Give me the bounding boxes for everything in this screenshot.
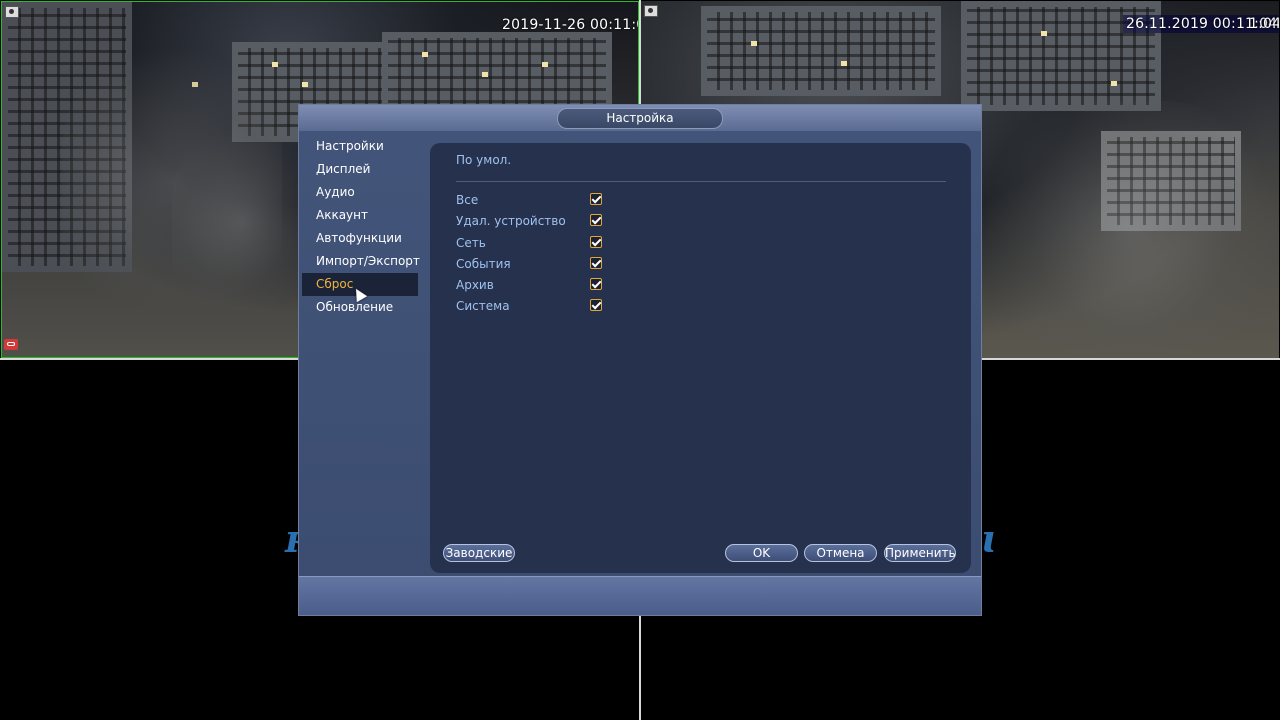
option-label: Сеть [456,235,486,250]
dialog-header: Настройка [299,105,981,131]
building [701,6,941,96]
reset-options-list: Все Удал. устройство Сеть События Архив … [456,189,656,317]
sidebar-item-settings[interactable]: Настройки [302,135,418,158]
dialog-footer [299,576,981,615]
background-logo-fragment: ɩ [981,516,996,561]
camera-icon [5,6,19,18]
option-row-system: Система [456,295,656,316]
sidebar-item-account[interactable]: Аккаунт [302,204,418,227]
checkbox-system[interactable] [590,299,602,312]
sidebar-item-import-export[interactable]: Импорт/Экспорт [302,250,420,273]
factory-default-button[interactable]: Заводские [443,544,515,562]
camera-timestamp: 2019-11-26 00:11:03 [502,17,638,33]
option-row-all: Все [456,189,656,210]
option-label: События [456,256,511,271]
apply-button[interactable]: Применить [884,544,956,562]
option-row-events: События [456,253,656,274]
camera-icon [644,5,658,17]
reset-panel: По умол. Все Удал. устройство Сеть Событ… [430,143,971,573]
checkbox-events[interactable] [590,256,602,269]
sidebar-item-audio[interactable]: Аудио [302,181,418,204]
option-label: Система [456,299,510,314]
sidebar-item-display[interactable]: Дисплей [302,158,418,181]
option-row-network: Сеть [456,232,656,253]
checkbox-archive[interactable] [590,278,602,291]
sidebar-item-auto-functions[interactable]: Автофункции [302,227,418,250]
checkbox-all[interactable] [590,193,602,205]
option-label: Все [456,193,479,207]
camera-timestamp-overlap: 1:04 [1249,16,1279,32]
option-label: Удал. устройство [456,214,566,229]
settings-dialog: Настройка Настройки Дисплей Аудио Аккаун… [299,105,981,615]
record-icon [4,339,18,350]
divider [456,181,946,182]
option-label: Архив [456,278,494,293]
section-title: По умол. [456,153,512,167]
option-row-archive: Архив [456,274,656,295]
tree [172,122,312,322]
tree [981,101,1279,358]
dialog-title: Настройка [557,108,723,129]
checkbox-remote-device[interactable] [590,214,602,227]
cancel-button[interactable]: Отмена [804,544,877,562]
ok-button[interactable]: OK [725,544,798,562]
option-row-remote-device: Удал. устройство [456,210,656,231]
checkbox-network[interactable] [590,235,602,248]
